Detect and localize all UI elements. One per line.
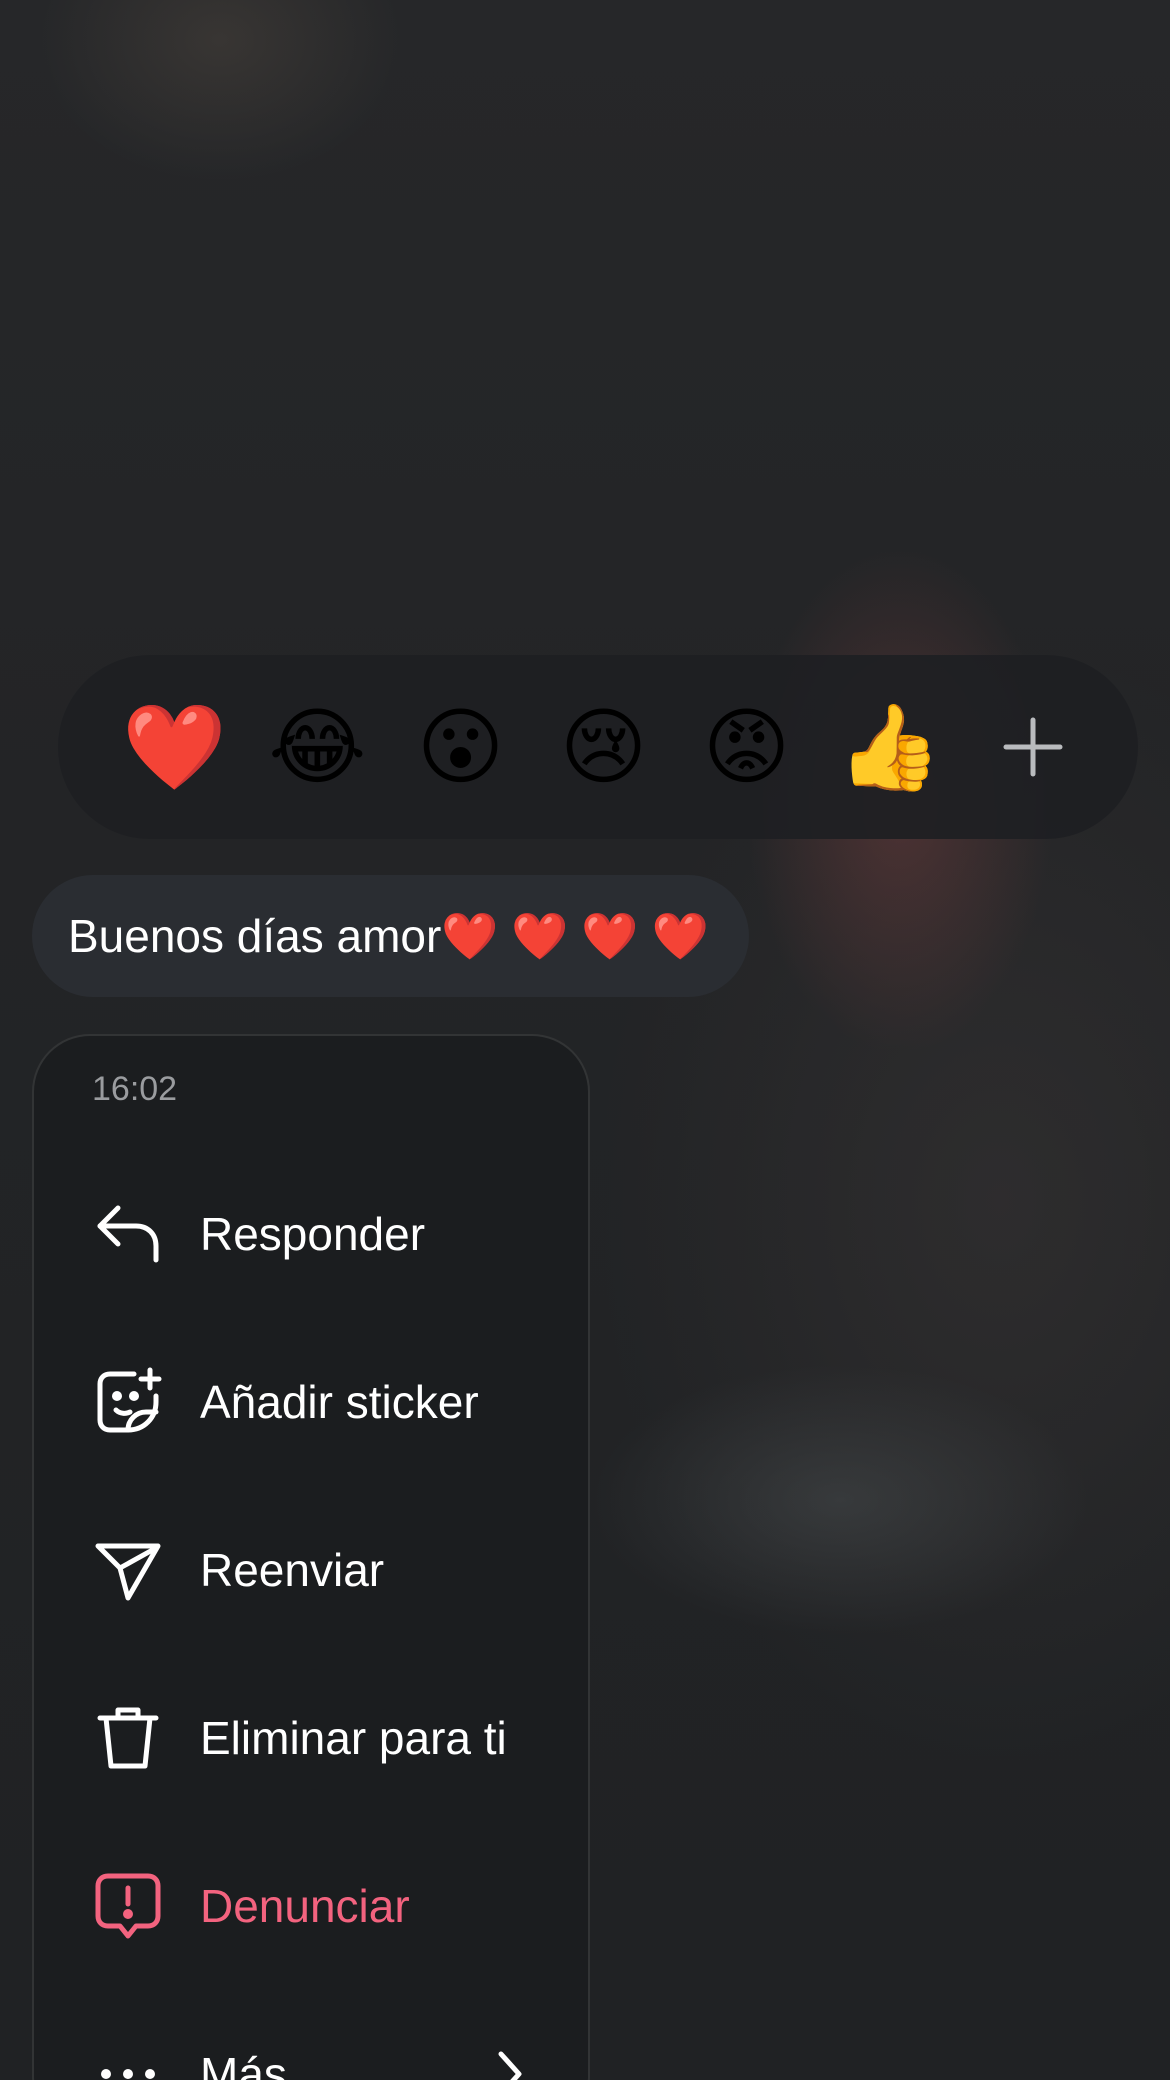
reaction-laugh[interactable]: 😂	[246, 676, 389, 819]
reaction-sad[interactable]: 😢	[532, 676, 675, 819]
message-timestamp: 16:02	[92, 1070, 178, 1108]
menu-item-more[interactable]: Más	[34, 2014, 588, 2080]
reaction-heart[interactable]: ❤️	[103, 676, 246, 819]
menu-item-reply[interactable]: Responder	[34, 1174, 588, 1294]
menu-item-label: Reenviar	[200, 1544, 385, 1596]
menu-item-label: Eliminar para ti	[200, 1712, 507, 1764]
message-bubble[interactable]: Buenos días amor❤️ ❤️ ❤️ ❤️	[32, 875, 749, 997]
reaction-bar: ❤️ 😂 😮 😢 😡 👍	[58, 655, 1138, 839]
plus-icon	[1003, 717, 1062, 777]
menu-item-label: Añadir sticker	[200, 1376, 479, 1428]
reply-icon	[92, 1198, 164, 1270]
report-icon	[92, 1870, 164, 1942]
menu-item-label: Responder	[200, 1208, 426, 1260]
menu-item-add-sticker[interactable]: Añadir sticker	[34, 1342, 588, 1462]
message-context-menu: 16:02 Responder Añadir sticker Reenviar …	[32, 1034, 590, 2080]
trash-icon	[92, 1702, 164, 1774]
chevron-right-icon	[490, 2038, 530, 2080]
add-reaction-button[interactable]	[961, 676, 1104, 819]
message-text: Buenos días amor❤️ ❤️ ❤️ ❤️	[68, 909, 709, 962]
reaction-angry[interactable]: 😡	[675, 676, 818, 819]
menu-item-label: Denunciar	[200, 1880, 410, 1932]
sticker-add-icon	[92, 1366, 164, 1438]
menu-item-forward[interactable]: Reenviar	[34, 1510, 588, 1630]
menu-item-delete-for-you[interactable]: Eliminar para ti	[34, 1678, 588, 1798]
screen: ❤️ 😂 😮 😢 😡 👍 Buenos días amor❤️ ❤️ ❤️ ❤️…	[0, 0, 1170, 2080]
menu-item-report[interactable]: Denunciar	[34, 1846, 588, 1966]
reaction-thumbs-up[interactable]: 👍	[818, 676, 961, 819]
menu-item-label: Más	[200, 2048, 287, 2080]
reaction-wow[interactable]: 😮	[389, 676, 532, 819]
send-icon	[92, 1534, 164, 1606]
more-icon	[92, 2038, 164, 2080]
